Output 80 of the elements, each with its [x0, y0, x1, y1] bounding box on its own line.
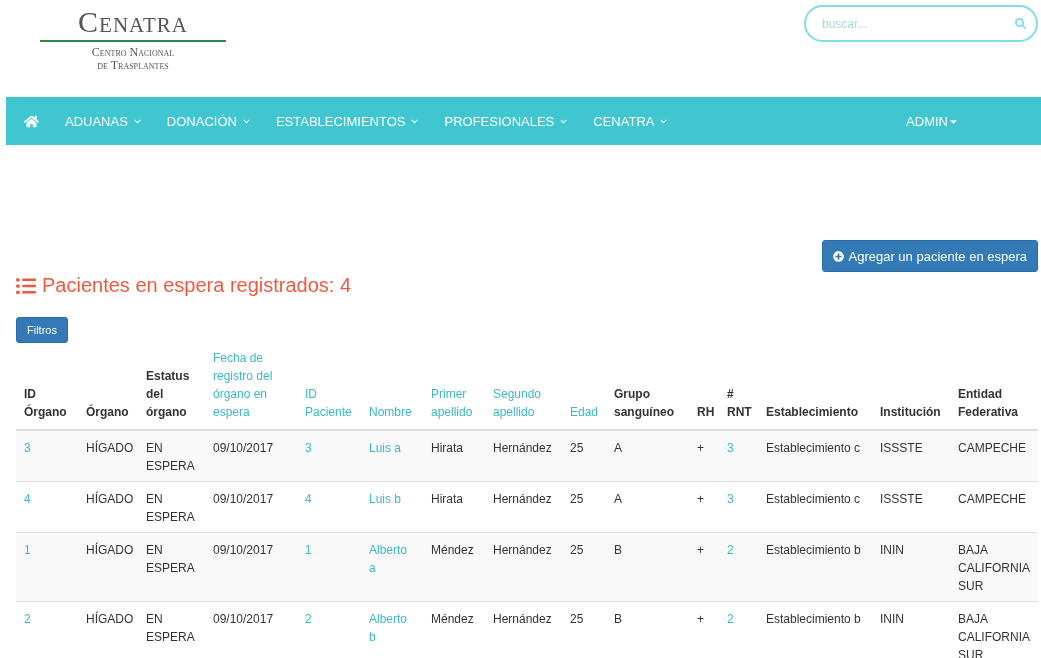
filter-button[interactable]: Filtros: [16, 317, 68, 343]
table-cell: EN ESPERA: [138, 481, 205, 533]
home-icon[interactable]: [24, 113, 39, 129]
table-cell: +: [689, 601, 719, 658]
chevron-down-icon: [242, 117, 250, 125]
table-link[interactable]: 3: [719, 430, 758, 482]
table-cell: 25: [562, 481, 606, 533]
table-cell: Establecimiento b: [758, 532, 872, 602]
table-cell: Hirata: [423, 430, 485, 482]
table-cell: Hernández: [485, 532, 562, 602]
table-link[interactable]: 1: [297, 532, 361, 602]
table-cell: HÍGADO: [78, 601, 138, 658]
table-cell: Hernández: [485, 481, 562, 533]
table-cell: 09/10/2017: [205, 481, 297, 533]
search-icon[interactable]: [1015, 18, 1026, 29]
table-cell: A: [606, 481, 689, 533]
search-field[interactable]: buscar...: [804, 5, 1038, 42]
table-link[interactable]: 1: [16, 532, 78, 602]
table-link[interactable]: Luis a: [361, 430, 423, 482]
nav-menu-item[interactable]: DONACIÓN: [166, 113, 250, 129]
nav-menu-item[interactable]: PROFESIONALES: [444, 113, 568, 129]
table-cell: EN ESPERA: [138, 532, 205, 602]
table-cell: Hirata: [423, 481, 485, 533]
table-link[interactable]: 3: [719, 481, 758, 533]
chevron-down-icon: [133, 117, 141, 125]
table-cell: BAJA CALIFORNIA SUR: [950, 532, 1038, 602]
nav-menu-item[interactable]: ADUANAS: [65, 113, 141, 129]
chevron-down-icon: [560, 117, 568, 125]
add-patient-button[interactable]: Agregar un paciente en espera: [822, 240, 1038, 272]
table-cell: Establecimiento c: [758, 481, 872, 533]
table-cell: ISSSTE: [872, 481, 950, 533]
table-cell: Hernández: [485, 430, 562, 482]
table-link[interactable]: Alberto b: [361, 601, 423, 658]
list-icon: [16, 275, 36, 296]
table-cell: CAMPECHE: [950, 481, 1038, 533]
table-cell: 09/10/2017: [205, 430, 297, 482]
table-link[interactable]: Luis b: [361, 481, 423, 533]
chevron-down-icon: [660, 117, 668, 125]
table-link[interactable]: 3: [16, 430, 78, 482]
table-cell: EN ESPERA: [138, 430, 205, 482]
table-cell: Hernández: [485, 601, 562, 658]
table-link[interactable]: 2: [719, 601, 758, 658]
table-cell: HÍGADO: [78, 532, 138, 602]
table-cell: B: [606, 532, 689, 602]
table-cell: +: [689, 481, 719, 533]
table-link[interactable]: 4: [16, 481, 78, 533]
logo-subtitle: de Trasplantes: [97, 59, 169, 72]
user-menu[interactable]: ADMIN: [906, 113, 959, 129]
table-cell: ININ: [872, 532, 950, 602]
table-link[interactable]: 2: [719, 532, 758, 602]
table-cell: +: [689, 532, 719, 602]
table-cell: ISSSTE: [872, 430, 950, 482]
table-cell: ININ: [872, 601, 950, 658]
chevron-down-icon: [411, 117, 419, 125]
table-cell: +: [689, 430, 719, 482]
table-cell: HÍGADO: [78, 430, 138, 482]
table-link[interactable]: 2: [16, 601, 78, 658]
table-cell: 09/10/2017: [205, 601, 297, 658]
table-cell: EN ESPERA: [138, 601, 205, 658]
table-link[interactable]: Alberto a: [361, 532, 423, 602]
logo-title: Cenatra: [78, 6, 188, 38]
table-cell: Establecimiento c: [758, 430, 872, 482]
nav-menu-item[interactable]: ESTABLECIMIENTOS: [275, 113, 419, 129]
table-link[interactable]: 4: [297, 481, 361, 533]
table-cell: 09/10/2017: [205, 532, 297, 602]
table-cell: Establecimiento b: [758, 601, 872, 658]
table-cell: HÍGADO: [78, 481, 138, 533]
table-cell: 25: [562, 532, 606, 602]
table-cell: 25: [562, 601, 606, 658]
table-cell: A: [606, 430, 689, 482]
table-cell: Méndez: [423, 601, 485, 658]
table-cell: CAMPECHE: [950, 430, 1038, 482]
nav-menu-item[interactable]: CENATRA: [593, 113, 668, 129]
table-cell: Méndez: [423, 532, 485, 602]
table-link[interactable]: 2: [297, 601, 361, 658]
table-cell: 25: [562, 430, 606, 482]
table-link[interactable]: 3: [297, 430, 361, 482]
page-heading: Pacientes en espera registrados: 4: [16, 274, 1038, 297]
logo-subtitle: Centro Nacional: [91, 46, 175, 59]
table-cell: B: [606, 601, 689, 658]
